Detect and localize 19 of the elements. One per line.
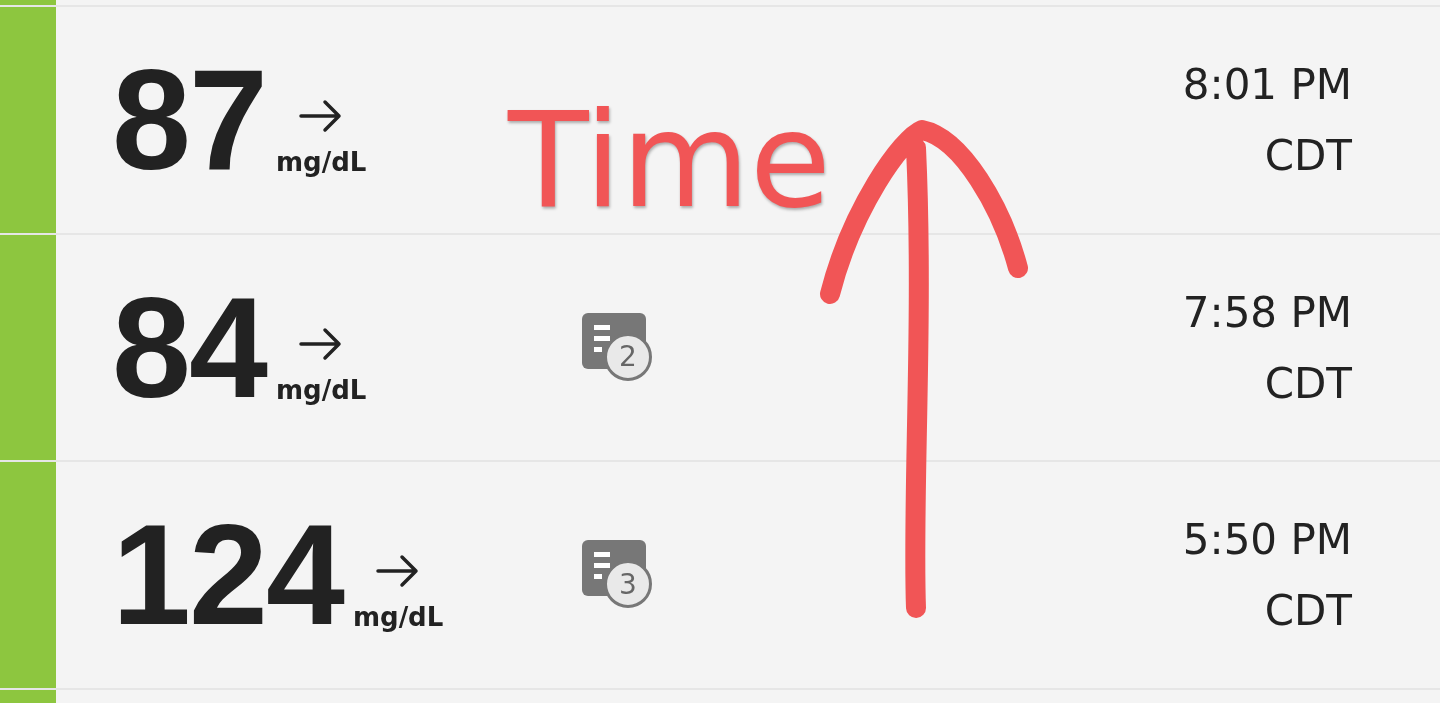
reading-time: 7:58 PM: [1182, 287, 1352, 337]
status-stripe: [0, 0, 56, 5]
glucose-value: 124: [112, 504, 343, 647]
glucose-value: 87: [112, 48, 266, 191]
status-stripe: [0, 690, 56, 703]
unit-label: mg/dL: [275, 374, 367, 405]
time-zone: CDT: [1264, 130, 1352, 180]
trend-arrow-icon: [299, 98, 344, 133]
glucose-value: 84: [112, 276, 266, 419]
annotation-text: Time: [508, 88, 832, 234]
reading-time: 8:01 PM: [1182, 59, 1352, 109]
reading-time: 5:50 PM: [1182, 515, 1352, 565]
note-count: 3: [604, 560, 652, 609]
time-zone: CDT: [1264, 358, 1352, 408]
trend-arrow-icon: [299, 326, 344, 361]
trend-arrow-icon: [376, 554, 421, 589]
time-zone: CDT: [1264, 586, 1352, 636]
unit-label: mg/dL: [352, 602, 444, 633]
unit-label: mg/dL: [275, 146, 367, 177]
